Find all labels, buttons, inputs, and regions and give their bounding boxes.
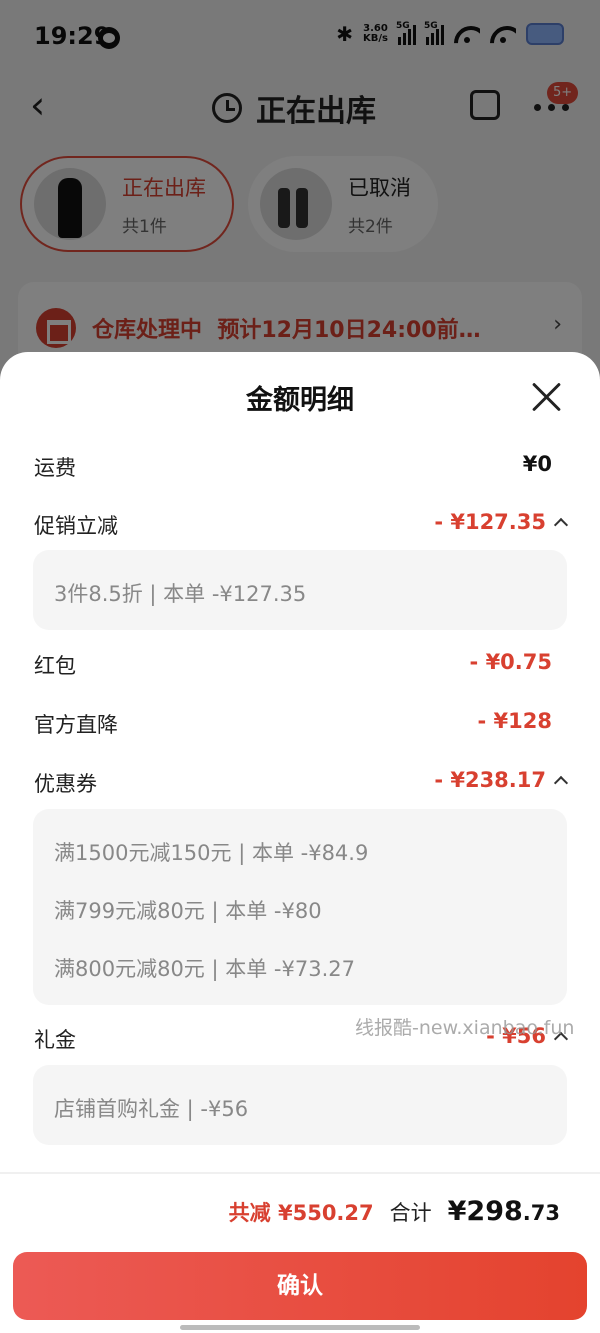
row-coupon[interactable]: 优惠券 - ¥238.17 [34,764,569,804]
promo-detail-box: 3件8.5折 | 本单 -¥127.35 [33,550,567,630]
row-amount: - ¥128 [477,709,552,733]
sheet-title: 金额明细 [246,385,354,416]
total-label: 合计 [389,1201,432,1225]
detail-line: 店铺首购礼金 | -¥56 [54,1097,249,1121]
total-saved: 共减 ¥550.27 [228,1201,374,1225]
footer-divider [0,1172,600,1174]
chevron-up-icon[interactable] [553,775,569,791]
row-amount: ¥0 [522,452,552,476]
row-official-discount: 官方直降 - ¥128 [34,705,566,745]
coupon-detail-box: 满1500元减150元 | 本单 -¥84.9 满799元减80元 | 本单 -… [33,809,567,1005]
detail-line: 3件8.5折 | 本单 -¥127.35 [54,582,307,606]
gift-detail-box: 店铺首购礼金 | -¥56 [33,1065,567,1145]
row-amount: - ¥127.35 [434,510,546,534]
row-redpacket: 红包 - ¥0.75 [34,646,566,686]
row-amount: - ¥238.17 [434,768,546,792]
detail-line: 满1500元减150元 | 本单 -¥84.9 [54,841,369,865]
confirm-button[interactable]: 确认 [13,1252,587,1320]
total-amount: ¥298.73 [448,1196,560,1227]
row-promo[interactable]: 促销立减 - ¥127.35 [34,506,569,546]
row-shipping: 运费 ¥0 [34,448,566,488]
row-label: 促销立减 [34,514,118,538]
row-label: 运费 [34,456,76,480]
row-label: 礼金 [34,1028,76,1052]
row-amount: - ¥0.75 [469,650,552,674]
home-indicator[interactable] [180,1325,420,1330]
chevron-up-icon[interactable] [553,517,569,533]
total-main: ¥298 [447,1196,523,1227]
watermark: 线报酷-new.xianbao.fun [355,1017,575,1039]
detail-line: 满800元减80元 | 本单 -¥73.27 [54,957,355,981]
total-decimal: .73 [522,1201,560,1225]
totals-bar: 共减 ¥550.27 合计 ¥298.73 [229,1196,560,1227]
row-label: 红包 [34,654,76,678]
detail-line: 满799元减80元 | 本单 -¥80 [54,899,322,923]
row-label: 官方直降 [34,713,118,737]
row-label: 优惠券 [34,772,97,796]
close-icon[interactable] [530,380,564,414]
